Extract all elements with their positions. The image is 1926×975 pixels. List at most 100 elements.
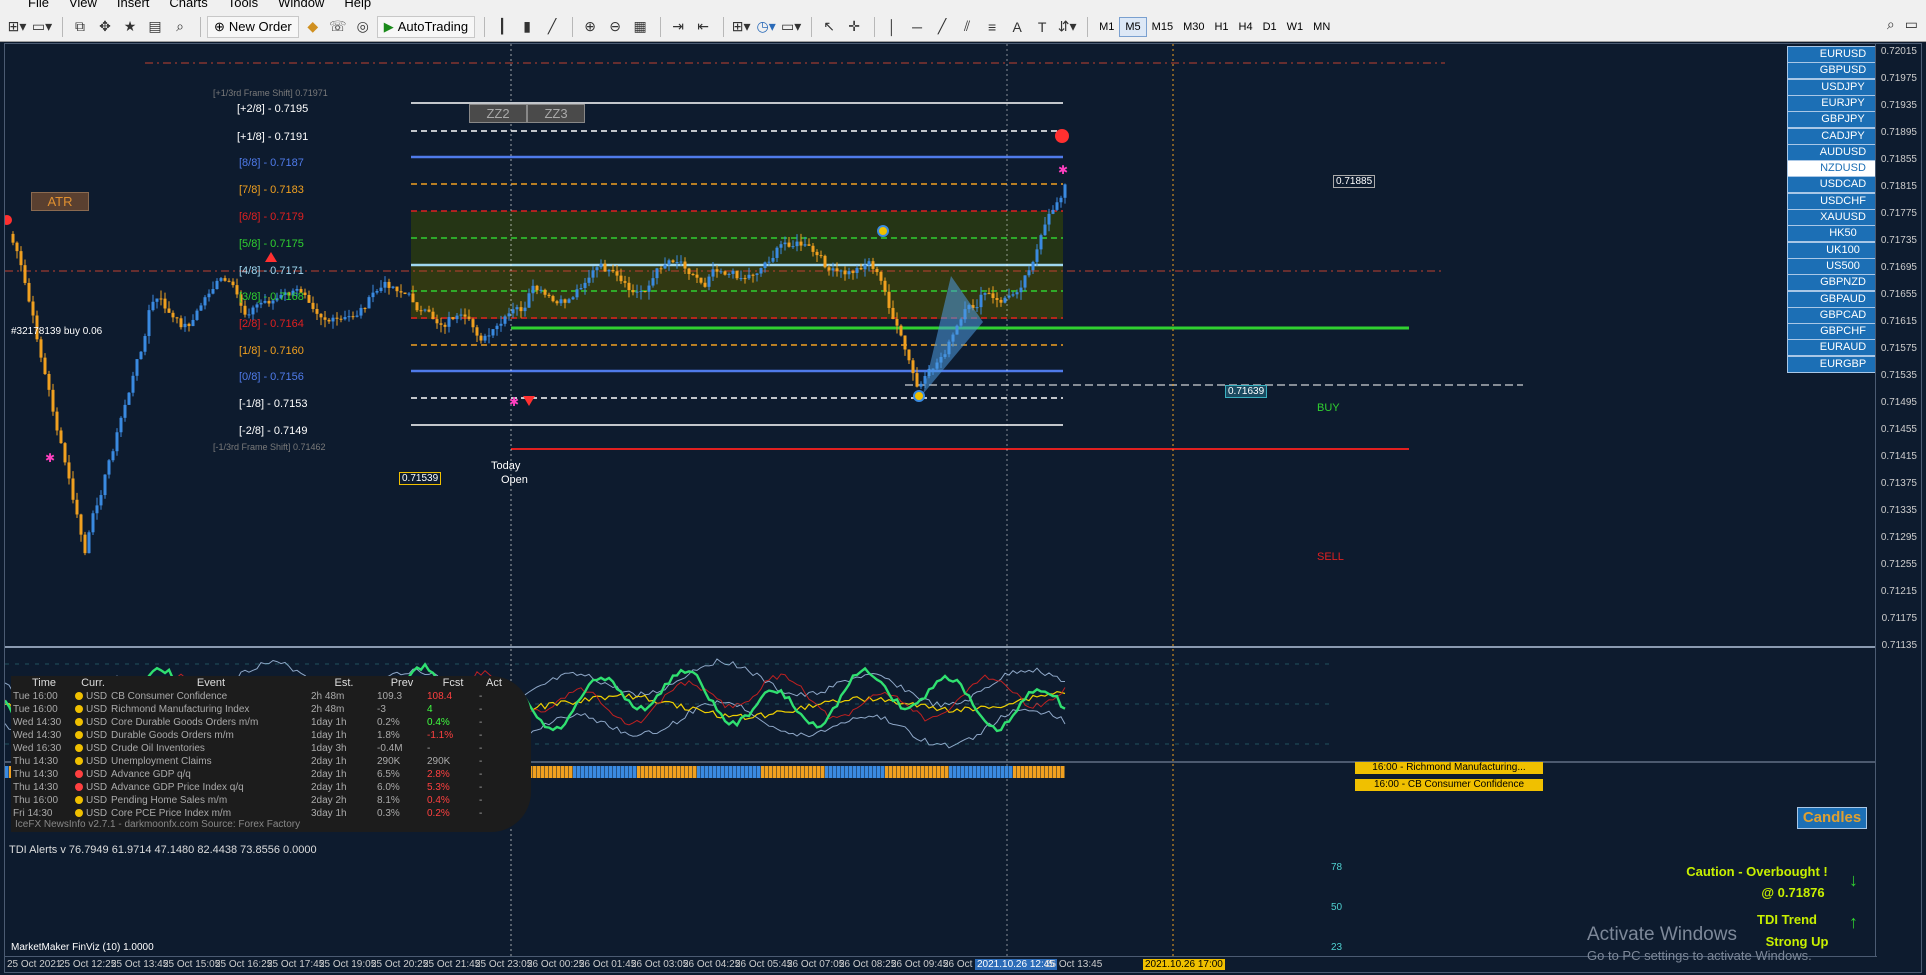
candle-body xyxy=(831,268,835,271)
auto-trading-button[interactable]: ▶ AutoTrading xyxy=(376,15,476,38)
candle-body xyxy=(891,307,895,320)
menu-tools[interactable]: Tools xyxy=(218,0,268,9)
templates-icon[interactable]: ▭▾ xyxy=(780,16,802,38)
crosshair-icon[interactable]: ✛ xyxy=(843,16,865,38)
news-currency-code: USD xyxy=(86,730,108,741)
candle-body xyxy=(463,314,467,317)
zz3-button[interactable]: ZZ3 xyxy=(527,104,585,123)
finviz-bar xyxy=(701,766,705,778)
candle-body xyxy=(427,309,431,312)
news-forecast: - xyxy=(427,743,431,754)
candle-body xyxy=(159,298,163,300)
candle-body xyxy=(243,305,247,315)
news-event: Richmond Manufacturing Index xyxy=(111,704,250,715)
timeframe-m5[interactable]: M5 xyxy=(1119,16,1147,37)
terminal-icon[interactable]: ▤ xyxy=(144,16,166,38)
finviz-bar xyxy=(537,766,541,778)
menu-file[interactable]: File xyxy=(0,0,59,9)
chart-window[interactable]: ✱ ✱ ✱ ZZ2 ZZ3 ATR [+1/3rd Frame Shift] 0.7… xyxy=(4,43,1922,973)
chat-icon[interactable]: ▭ xyxy=(1905,16,1918,33)
timeframe-h4[interactable]: H4 xyxy=(1234,17,1258,37)
zz2-button[interactable]: ZZ2 xyxy=(469,104,527,123)
timeframe-w1[interactable]: W1 xyxy=(1282,17,1309,37)
new-chart-icon[interactable]: ⊞▾ xyxy=(6,16,28,38)
news-row: Wed 16:30 USD Crude Oil Inventories 1day 3h… xyxy=(11,742,531,755)
zoom-in-icon[interactable]: ⊕ xyxy=(579,16,601,38)
price-scale-label: 0.71775 xyxy=(1880,208,1917,219)
timeframe-m30[interactable]: M30 xyxy=(1178,17,1209,37)
market-watch-icon[interactable]: ⧉ xyxy=(69,16,91,38)
candle-body xyxy=(363,307,367,309)
candle-body xyxy=(79,514,83,535)
finviz-bar xyxy=(825,766,829,778)
candle-body xyxy=(379,287,383,291)
channel-icon[interactable]: ⫽ xyxy=(956,16,978,38)
candle-body xyxy=(683,261,687,269)
finviz-bar xyxy=(785,766,789,778)
candles-button[interactable]: Candles xyxy=(1797,807,1867,829)
menu-bar: File View Insert Charts Tools Window Help xyxy=(0,0,1926,12)
finviz-bar xyxy=(589,766,593,778)
tile-windows-icon[interactable]: ▦ xyxy=(629,16,651,38)
signals-icon[interactable]: ☏ xyxy=(327,16,349,38)
timeframe-h1[interactable]: H1 xyxy=(1209,17,1233,37)
candle-body xyxy=(983,293,987,295)
finviz-bar xyxy=(569,766,573,778)
auto-scroll-icon[interactable]: ⇥ xyxy=(667,16,689,38)
chart-shift-icon[interactable]: ⇤ xyxy=(692,16,714,38)
menu-insert[interactable]: Insert xyxy=(107,0,160,9)
finviz-bar xyxy=(757,766,761,778)
candle-body xyxy=(1043,224,1047,236)
finviz-bar xyxy=(1045,766,1049,778)
vertical-line-icon[interactable]: │ xyxy=(881,16,903,38)
candle-body xyxy=(75,499,79,515)
menu-view[interactable]: View xyxy=(59,0,107,9)
candle-body xyxy=(47,373,51,390)
candle-body xyxy=(1003,297,1007,303)
tester-icon[interactable]: ⌕ xyxy=(169,16,191,38)
impact-dot-icon xyxy=(75,718,83,727)
line-chart-icon[interactable]: ╱ xyxy=(541,16,563,38)
candle-body xyxy=(19,251,23,266)
price-scale[interactable]: 0.72015 0.71975 0.71935 0.71895 0.71855 0.718… xyxy=(1875,44,1921,972)
timeframe-mn[interactable]: MN xyxy=(1308,17,1335,37)
timeframe-d1[interactable]: D1 xyxy=(1258,17,1282,37)
timeframe-m1[interactable]: M1 xyxy=(1094,17,1119,37)
impact-dot-icon xyxy=(75,796,83,805)
timeframe-m15[interactable]: M15 xyxy=(1147,17,1178,37)
fibonacci-icon[interactable]: ≡ xyxy=(981,16,1003,38)
candle-body xyxy=(627,282,631,291)
murray-level-label: [2/8] - 0.7164 xyxy=(239,318,304,330)
candle-body xyxy=(675,262,679,264)
arrows-icon[interactable]: ⇵▾ xyxy=(1056,16,1078,38)
indicators-icon[interactable]: ⊞▾ xyxy=(730,16,752,38)
favorites-icon[interactable]: ★ xyxy=(119,16,141,38)
cursor-icon[interactable]: ↖ xyxy=(818,16,840,38)
bar-chart-icon[interactable]: ┃ xyxy=(491,16,513,38)
search-icon[interactable]: ⌕ xyxy=(1887,16,1895,33)
atr-button[interactable]: ATR xyxy=(31,192,89,211)
navigator-icon[interactable]: ✥ xyxy=(94,16,116,38)
metaeditor-icon[interactable]: ◆ xyxy=(302,16,324,38)
new-order-button[interactable]: ⊕ New Order xyxy=(207,15,299,38)
price-scale-label: 0.71495 xyxy=(1880,397,1917,408)
zoom-out-icon[interactable]: ⊖ xyxy=(604,16,626,38)
news-actual: - xyxy=(479,795,483,806)
candle-body xyxy=(435,319,439,324)
candle-body xyxy=(987,293,991,295)
menu-help[interactable]: Help xyxy=(334,0,381,9)
horizontal-line-icon[interactable]: ─ xyxy=(906,16,928,38)
profiles-icon[interactable]: ▭▾ xyxy=(31,16,53,38)
market-icon[interactable]: ◎ xyxy=(352,16,374,38)
candle-body xyxy=(563,299,567,303)
menu-charts[interactable]: Charts xyxy=(159,0,217,9)
trendline-icon[interactable]: ╱ xyxy=(931,16,953,38)
menu-window[interactable]: Window xyxy=(268,0,334,9)
text-label-icon[interactable]: T xyxy=(1031,16,1053,38)
candlestick-icon[interactable]: ▮ xyxy=(516,16,538,38)
periods-icon[interactable]: ◷▾ xyxy=(755,16,777,38)
news-previous: -0.4M xyxy=(377,743,403,754)
candle-body xyxy=(15,242,19,252)
text-icon[interactable]: A xyxy=(1006,16,1028,38)
news-currency-code: USD xyxy=(86,795,108,806)
